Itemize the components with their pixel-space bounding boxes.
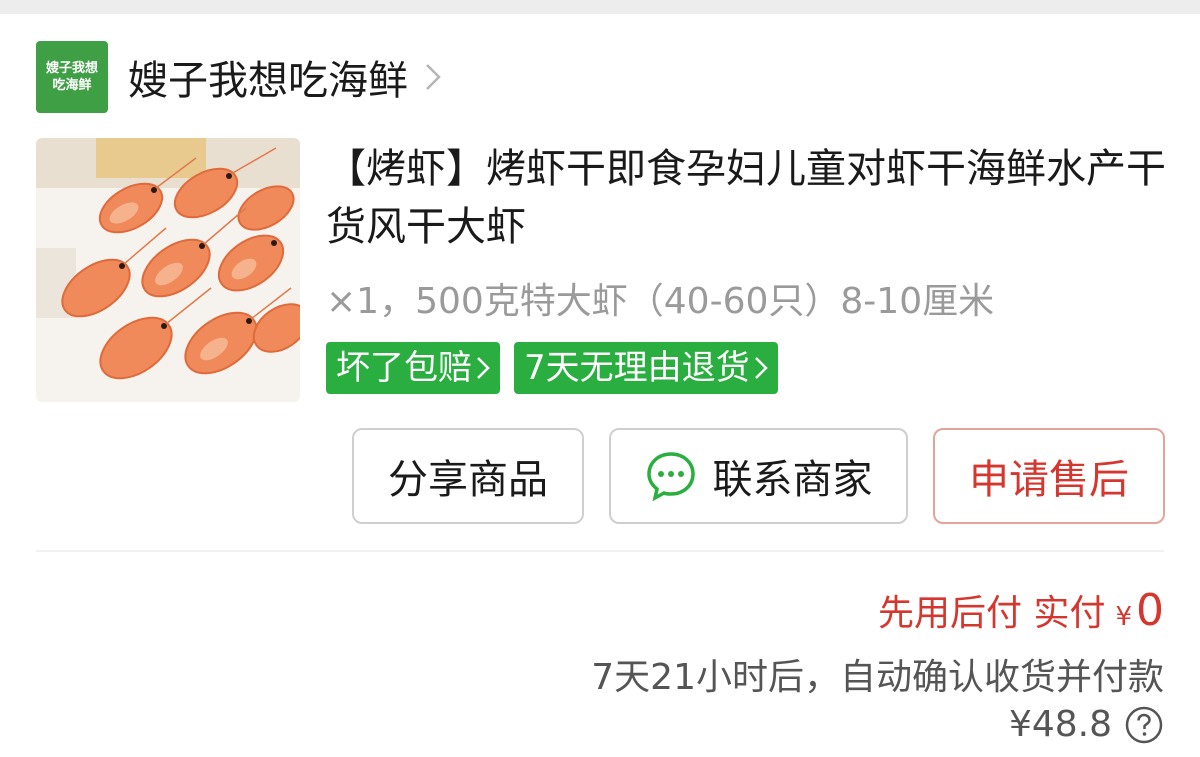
product-spec: ×1，500克特大虾（40-60只）8-10厘米 [326,281,995,322]
shop-header[interactable]: 嫂子我想 吃海鲜 嫂子我想吃海鲜 [36,41,442,113]
product-image[interactable] [36,138,300,402]
chat-bubble-icon [646,452,695,502]
pay-currency: ¥ [1115,602,1132,632]
shop-logo-line1: 嫂子我想 [45,61,98,76]
chevron-right-icon [426,64,441,90]
shop-logo-line2: 吃海鲜 [52,78,92,93]
tag-damage-compensation[interactable]: 坏了包赔 [326,342,500,394]
share-product-button[interactable]: 分享商品 [352,428,584,524]
chevron-right-icon [754,357,768,379]
divider [36,550,1164,552]
shop-name[interactable]: 嫂子我想吃海鲜 [128,48,408,106]
question-circle-icon[interactable] [1124,705,1164,745]
contact-merchant-button[interactable]: 联系商家 [609,428,908,524]
payment-summary: 先用后付 实付 ¥ 0 [878,584,1164,636]
chevron-right-icon [477,357,490,379]
auto-confirm-notice: 7天21小时后，自动确认收货并付款 [591,657,1164,698]
service-tags: 坏了包赔 7天无理由退货 [326,342,778,394]
shop-logo: 嫂子我想 吃海鲜 [36,41,108,113]
tag-7day-return[interactable]: 7天无理由退货 [514,342,778,394]
product-title[interactable]: 【烤虾】烤虾干即食孕妇儿童对虾干海鲜水产干货风干大虾 [326,140,1166,256]
order-card: 嫂子我想 吃海鲜 嫂子我想吃海鲜 【烤虾】烤虾干即食孕妇儿童对虾干海鲜水产干货风… [0,14,1200,757]
original-price-row: ¥48.8 [1009,704,1164,745]
original-price: ¥48.8 [1008,704,1112,745]
tag-label: 7天无理由退货 [524,348,750,388]
tag-label: 坏了包赔 [336,348,472,388]
apply-aftersale-button[interactable]: 申请售后 [933,428,1165,524]
pay-later-label: 先用后付 实付 [878,593,1106,634]
share-product-label: 分享商品 [388,457,548,503]
pay-amount: 0 [1136,585,1164,636]
contact-merchant-label: 联系商家 [712,457,873,503]
apply-aftersale-label: 申请售后 [969,457,1129,503]
